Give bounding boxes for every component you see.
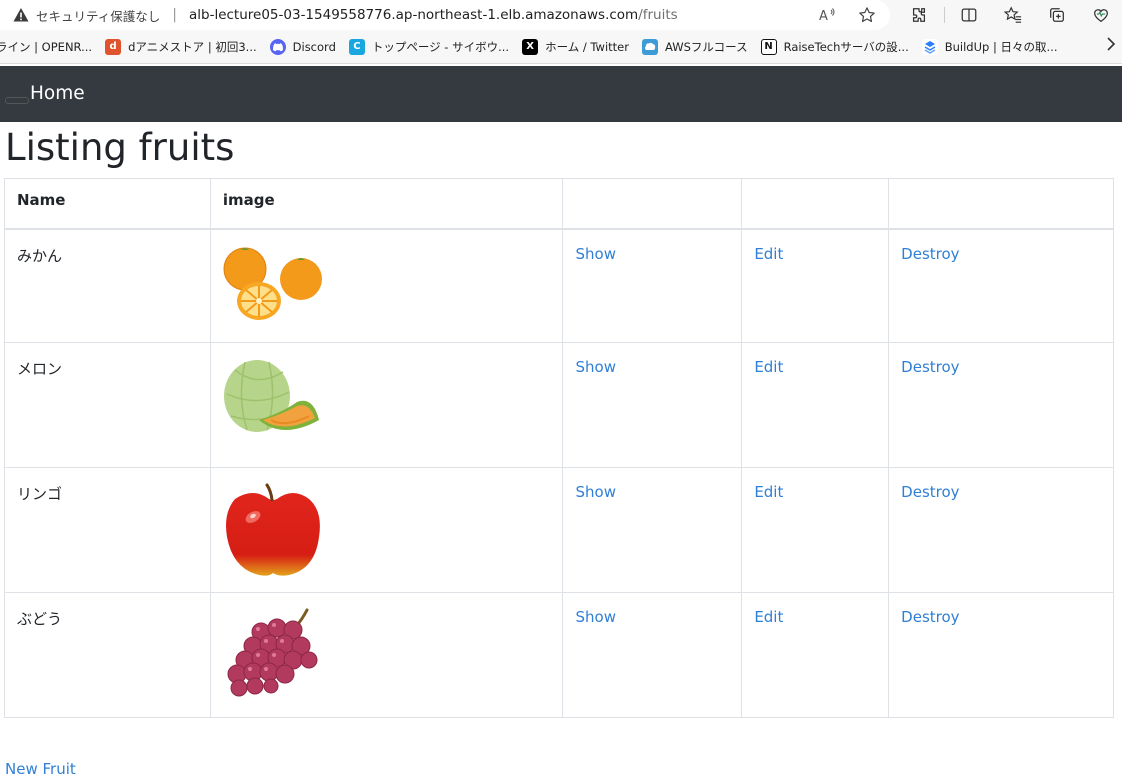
table-row: みかん Show Edit Destroy [4, 228, 1114, 343]
browser-address-bar: セキュリティ保護なし | alb-lecture05-03-1549558776… [0, 0, 1122, 30]
browser-essentials-icon[interactable] [1090, 4, 1112, 26]
edit-cell: Edit [741, 592, 890, 718]
table-row: リンゴ Show Edit Destroy [4, 467, 1114, 593]
notion-icon: N [760, 38, 777, 55]
table-header-row: Name image [4, 178, 1114, 230]
bookmark-item[interactable]: C トップページ - サイボウ... [348, 38, 510, 55]
bookmark-label: BuildUp | 日々の取... [944, 39, 1058, 54]
bookmark-item[interactable]: X ホーム / Twitter [522, 38, 629, 55]
aws-icon [641, 38, 658, 55]
navbar-toggler[interactable] [5, 97, 29, 104]
grapes-image [223, 608, 323, 697]
discord-icon [269, 38, 286, 55]
bookmark-label: AWSフルコース [664, 39, 748, 54]
fruit-image-cell [209, 467, 564, 593]
bookmark-item[interactable]: ライン | OPENR... [0, 39, 92, 55]
bookmark-item[interactable]: d dアニメストア | 初回3... [105, 38, 257, 55]
favorites-icon[interactable] [1002, 4, 1024, 26]
warning-icon[interactable] [12, 6, 30, 24]
edit-link[interactable]: Edit [754, 358, 783, 376]
x-icon: X [522, 38, 539, 55]
read-aloud-icon[interactable]: A [818, 5, 838, 25]
edit-cell: Edit [741, 467, 890, 593]
table-row: メロン Show Edit Destroy [4, 342, 1114, 468]
bookmark-item[interactable]: N RaiseTechサーバの設... [760, 38, 909, 55]
destroy-cell: Destroy [888, 592, 1114, 718]
bookmark-label: RaiseTechサーバの設... [783, 39, 909, 54]
apple-image [223, 483, 323, 576]
danime-icon: d [105, 38, 122, 55]
bookmark-label: ライン | OPENR... [0, 39, 93, 54]
navbar-brand-home[interactable]: Home [30, 83, 85, 104]
edit-link[interactable]: Edit [754, 483, 783, 501]
bookmark-item[interactable]: BuildUp | 日々の取... [921, 38, 1058, 55]
split-screen-icon[interactable] [958, 4, 980, 26]
bookmark-item[interactable]: AWSフルコース [641, 38, 748, 55]
destroy-link[interactable]: Destroy [901, 608, 959, 626]
url-separator: | [172, 7, 177, 23]
column-header-image: image [209, 178, 564, 230]
bookmark-label: トップページ - サイボウ... [371, 39, 510, 54]
svg-text:A: A [819, 9, 828, 23]
bookmark-label: Discord [292, 39, 336, 54]
column-header-name: Name [4, 178, 211, 230]
extensions-icon[interactable] [908, 4, 930, 26]
edit-link[interactable]: Edit [754, 245, 783, 263]
show-link[interactable]: Show [575, 608, 615, 626]
cybozu-icon: C [348, 38, 365, 55]
fruit-name-cell: メロン [4, 342, 211, 468]
edit-link[interactable]: Edit [754, 608, 783, 626]
url-box[interactable]: セキュリティ保護なし | alb-lecture05-03-1549558776… [0, 0, 890, 30]
destroy-cell: Destroy [888, 342, 1114, 468]
show-cell: Show [562, 228, 743, 343]
column-header-edit [741, 178, 890, 230]
destroy-link[interactable]: Destroy [901, 358, 959, 376]
favorite-star-icon[interactable] [856, 4, 878, 26]
fruit-image-cell [209, 342, 564, 468]
destroy-cell: Destroy [888, 467, 1114, 593]
new-fruit-link[interactable]: New Fruit [5, 760, 76, 778]
show-link[interactable]: Show [575, 358, 615, 376]
show-cell: Show [562, 592, 743, 718]
fruit-image-cell [209, 592, 564, 718]
bookmarks-bar: ライン | OPENR... d dアニメストア | 初回3... Discor… [0, 30, 1122, 64]
destroy-link[interactable]: Destroy [901, 245, 959, 263]
edit-cell: Edit [741, 228, 890, 343]
page-title: Listing fruits [5, 126, 235, 169]
app-navbar: Home [0, 66, 1122, 122]
bookmark-label: dアニメストア | 初回3... [128, 39, 257, 54]
destroy-cell: Destroy [888, 228, 1114, 343]
fruit-name-cell: ぶどう [4, 592, 211, 718]
fruit-name-cell: みかん [4, 228, 211, 343]
show-cell: Show [562, 467, 743, 593]
url-path[interactable]: /fruits [638, 7, 678, 23]
fruits-table: Name image みかん Show Edit Destroy メロン Sho… [4, 178, 1114, 718]
bookmark-item[interactable]: Discord [269, 38, 336, 55]
toolbar-divider [944, 7, 945, 23]
security-label[interactable]: セキュリティ保護なし [36, 6, 160, 25]
chevron-right-icon[interactable] [1106, 37, 1116, 55]
destroy-link[interactable]: Destroy [901, 483, 959, 501]
buildup-icon [921, 38, 938, 55]
show-link[interactable]: Show [575, 483, 615, 501]
fruit-name-cell: リンゴ [4, 467, 211, 593]
table-row: ぶどう Show Edit Destroy [4, 592, 1114, 718]
bookmark-label: ホーム / Twitter [545, 39, 629, 54]
melon-image [223, 358, 323, 438]
collections-icon[interactable] [1046, 4, 1068, 26]
show-link[interactable]: Show [575, 245, 615, 263]
mandarin-orange-image [223, 245, 323, 325]
edit-cell: Edit [741, 342, 890, 468]
show-cell: Show [562, 342, 743, 468]
fruit-image-cell [209, 228, 564, 343]
column-header-destroy [888, 178, 1114, 230]
url-host[interactable]: alb-lecture05-03-1549558776.ap-northeast… [189, 7, 638, 23]
column-header-show [562, 178, 743, 230]
